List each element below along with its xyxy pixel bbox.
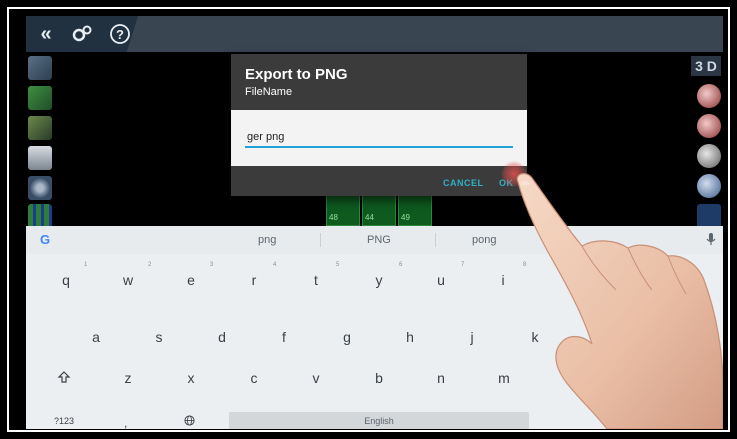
key-v[interactable]: v [306, 370, 326, 386]
layer-toggle-icon[interactable] [697, 84, 721, 108]
key-i[interactable]: i [493, 272, 513, 288]
import-icon[interactable] [28, 116, 52, 140]
key-s[interactable]: s [149, 329, 169, 345]
add-icon[interactable] [697, 174, 721, 198]
dialog-subtitle: FileName [245, 86, 293, 98]
key-k[interactable]: k [525, 329, 545, 345]
back-icon[interactable]: « [34, 22, 58, 46]
suggestion-item[interactable]: PNG [367, 234, 391, 246]
suggestion-item[interactable]: pong [472, 234, 496, 246]
globe-icon[interactable] [184, 415, 195, 428]
key-t[interactable]: t [306, 272, 326, 288]
key-hint: 5 [336, 262, 340, 268]
suggestion-bar: G png PNG pong [26, 226, 723, 254]
key-x[interactable]: x [181, 370, 201, 386]
key-n[interactable]: n [431, 370, 451, 386]
zoom-out-icon[interactable] [697, 144, 721, 168]
key-a[interactable]: a [86, 329, 106, 345]
key-f[interactable]: f [274, 329, 294, 345]
key-g[interactable]: g [337, 329, 357, 345]
key-j[interactable]: j [462, 329, 482, 345]
key-hint: 8 [523, 262, 527, 268]
key-hint: 6 [399, 262, 403, 268]
key-hint: 3 [210, 262, 214, 268]
layer-icon[interactable] [28, 86, 52, 110]
dialog-title: Export to PNG [245, 66, 348, 83]
grid-icon[interactable] [28, 204, 52, 228]
suggestion-divider [435, 233, 436, 247]
key-hint: 2 [148, 262, 152, 268]
filename-input[interactable] [245, 128, 513, 148]
key-b[interactable]: b [369, 370, 389, 386]
cancel-button[interactable]: CANCEL [443, 178, 484, 188]
suggestion-item[interactable]: png [258, 234, 276, 246]
info-icon[interactable] [697, 204, 721, 228]
dialog-body [231, 110, 527, 166]
key-y[interactable]: y [369, 272, 389, 288]
help-icon[interactable]: ? [108, 22, 132, 46]
export-dialog: Export to PNG FileName CANCEL OK [231, 54, 527, 196]
key-r[interactable]: r [244, 272, 264, 288]
google-logo-icon[interactable]: G [40, 232, 50, 247]
key-e[interactable]: e [181, 272, 201, 288]
key-d[interactable]: d [212, 329, 232, 345]
comma-key[interactable]: , [124, 416, 127, 429]
key-h[interactable]: h [400, 329, 420, 345]
png-export-icon[interactable] [28, 146, 52, 170]
tile: 48 [326, 194, 360, 226]
symbols-key[interactable]: ?123 [54, 416, 74, 426]
open-folder-icon[interactable] [28, 56, 52, 80]
device-screen: « ? 3 D 48 44 49 Export to PNG FileName … [26, 16, 723, 429]
key-c[interactable]: c [244, 370, 264, 386]
settings-icon[interactable] [70, 22, 94, 46]
view-3d-button[interactable]: 3 D [691, 56, 721, 76]
key-z[interactable]: z [118, 370, 138, 386]
mic-icon[interactable] [706, 232, 716, 249]
tile: 44 [362, 194, 396, 226]
svg-text:?: ? [116, 27, 124, 42]
key-hint: 7 [461, 262, 465, 268]
key-u[interactable]: u [431, 272, 451, 288]
zoom-in-icon[interactable] [697, 114, 721, 138]
view-icon[interactable] [28, 176, 52, 200]
space-key[interactable]: English [229, 412, 529, 429]
key-hint: 1 [84, 262, 88, 268]
shift-icon[interactable] [54, 370, 74, 387]
key-w[interactable]: w [118, 272, 138, 288]
top-bar: « ? [26, 16, 723, 52]
key-hint: 4 [273, 262, 277, 268]
tile: 49 [398, 194, 432, 226]
suggestion-divider [320, 233, 321, 247]
key-q[interactable]: q [56, 272, 76, 288]
key-m[interactable]: m [494, 370, 514, 386]
touch-indicator [501, 161, 527, 187]
soft-keyboard: G png PNG pong q 1 w 2 e 3 r 4 t 5 y 6 u… [26, 226, 723, 429]
